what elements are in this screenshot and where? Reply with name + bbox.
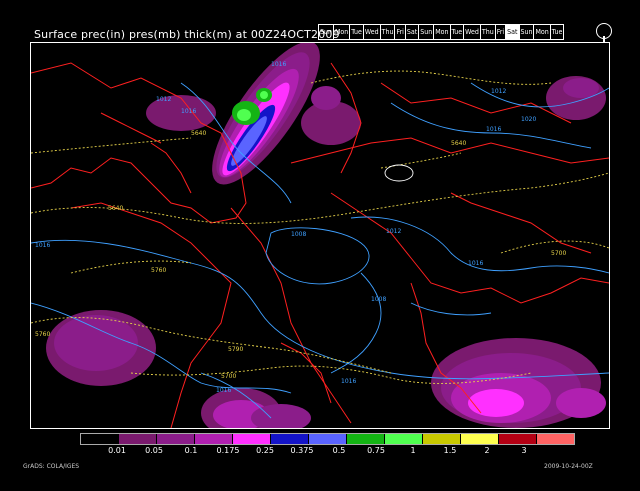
day-button-mon[interactable]: Mon xyxy=(534,25,551,39)
day-button-wed[interactable]: Wed xyxy=(364,25,381,39)
thickness-label: 5700 xyxy=(551,250,566,257)
day-button-sun[interactable]: Sun xyxy=(319,25,334,39)
day-button-thu[interactable]: Thu xyxy=(381,25,396,39)
thickness-label: 5640 xyxy=(191,130,206,137)
thickness-label: 5640 xyxy=(108,205,123,212)
isobar-label: 1012 xyxy=(491,88,506,95)
isobar-label: 1016 xyxy=(35,242,50,249)
footer-credit: GrADS: COLA/IGES xyxy=(23,463,80,470)
legend-swatch xyxy=(347,434,385,444)
day-button-thu[interactable]: Thu xyxy=(481,25,496,39)
day-button-sat[interactable]: Sat xyxy=(406,25,420,39)
legend-label: 0.25 xyxy=(256,446,274,455)
legend-label: 0.5 xyxy=(332,446,346,455)
precip-band-north xyxy=(146,43,606,185)
legend-label: 0.1 xyxy=(184,446,198,455)
weather-map-window: Surface prec(in) pres(mb) thick(m) at 00… xyxy=(0,0,640,491)
legend-swatch xyxy=(233,434,271,444)
isobar-label: 1016 xyxy=(341,378,356,385)
isobar-label: 1016 xyxy=(486,126,501,133)
legend-swatch xyxy=(309,434,347,444)
legend-label: 0.175 xyxy=(216,446,240,455)
legend-swatch xyxy=(461,434,499,444)
isobar-label: 1016 xyxy=(216,387,231,394)
isobar-label: 1016 xyxy=(181,108,196,115)
legend-swatch xyxy=(119,434,157,444)
day-button-sat[interactable]: Sat xyxy=(506,25,520,39)
precip-band-south xyxy=(46,310,606,428)
thickness-label: 5760 xyxy=(35,331,50,338)
legend-swatch xyxy=(537,434,574,444)
day-selector: Sun Mon Tue Wed Thu Fri Sat Sun Mon Tue Wed Thu Fri S… xyxy=(318,24,565,40)
day-button-tue[interactable]: Tue xyxy=(350,25,364,39)
isobar-label: 1016 xyxy=(468,260,483,267)
isobar-label: 1008 xyxy=(291,231,306,238)
day-button-tue[interactable]: Tue xyxy=(451,25,465,39)
isobar-label: 1016 xyxy=(271,61,286,68)
isobar-label: 1012 xyxy=(156,96,171,103)
day-button-sun[interactable]: Sun xyxy=(419,25,435,39)
day-button-mon[interactable]: Mon xyxy=(434,25,451,39)
legend-label: 3 xyxy=(521,446,527,455)
legend-label: 1.5 xyxy=(443,446,457,455)
legend-swatch xyxy=(195,434,233,444)
precip-legend xyxy=(80,433,575,445)
map-title: Surface prec(in) pres(mb) thick(m) at 00… xyxy=(34,28,340,41)
thickness-label: 5640 xyxy=(451,140,466,147)
legend-swatch xyxy=(385,434,423,444)
low-center-marker xyxy=(384,164,414,182)
isobar-label: 1012 xyxy=(386,228,401,235)
legend-label: 0.01 xyxy=(108,446,126,455)
map-canvas: 1016 5640 5640 5640 1020 1012 1008 1012 … xyxy=(31,43,609,428)
legend-label: 0.75 xyxy=(367,446,385,455)
day-button-mon[interactable]: Mon xyxy=(334,25,351,39)
legend-label: 0.05 xyxy=(145,446,163,455)
legend-swatch xyxy=(271,434,309,444)
day-button-tue[interactable]: Tue xyxy=(551,25,564,39)
legend-labels: 0.01 0.05 0.1 0.175 0.25 0.375 0.5 0.75 1 1.5 2 3 xyxy=(80,446,560,458)
day-button-wed[interactable]: Wed xyxy=(464,25,481,39)
thickness-label: 5760 xyxy=(151,267,166,274)
isobar-label: 1020 xyxy=(521,116,536,123)
legend-label: 0.375 xyxy=(290,446,314,455)
legend-label: 1 xyxy=(410,446,416,455)
precip-map[interactable]: 1016 5640 5640 5640 1020 1012 1008 1012 … xyxy=(30,42,610,429)
day-button-fri[interactable]: Fri xyxy=(496,25,507,39)
globe-icon[interactable] xyxy=(596,23,612,43)
day-button-sun[interactable]: Sun xyxy=(520,25,535,39)
legend-swatch xyxy=(423,434,461,444)
footer-timestamp: 2009-10-24-00Z xyxy=(544,463,593,470)
legend-label: 2 xyxy=(484,446,490,455)
day-button-fri[interactable]: Fri xyxy=(395,25,406,39)
thickness-label: 5790 xyxy=(228,346,243,353)
isobar-label: 1008 xyxy=(371,296,386,303)
legend-swatch xyxy=(157,434,195,444)
legend-swatch xyxy=(499,434,537,444)
legend-swatch xyxy=(81,434,119,444)
thickness-label: 5700 xyxy=(221,373,236,380)
